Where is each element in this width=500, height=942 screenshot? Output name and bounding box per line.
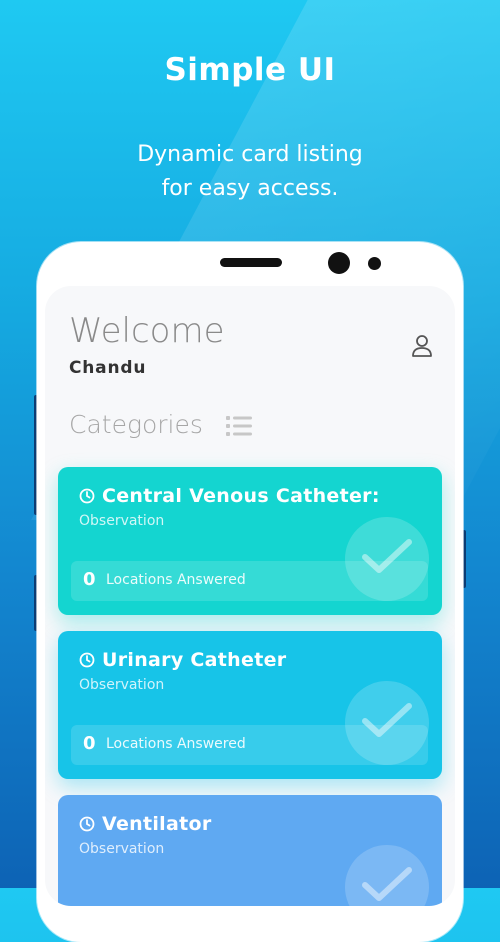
card-subtitle: Observation xyxy=(79,841,165,857)
welcome-heading: Welcome xyxy=(69,311,225,351)
phone-frame: Welcome Chandu Categories Central Venous… xyxy=(37,242,463,942)
phone-sensor xyxy=(368,257,381,270)
category-card[interactable]: Ventilator Observation xyxy=(58,795,442,906)
card-subtitle: Observation xyxy=(79,677,165,693)
clock-icon xyxy=(79,816,95,832)
card-title: Central Venous Catheter: xyxy=(102,485,380,507)
locations-label: Locations Answered xyxy=(106,572,246,588)
locations-answered-bar: 0 Locations Answered xyxy=(71,561,428,601)
promo-title: Simple UI xyxy=(164,52,336,88)
user-icon[interactable] xyxy=(411,334,433,358)
card-subtitle: Observation xyxy=(79,513,165,529)
username-label: Chandu xyxy=(69,358,147,378)
category-card[interactable]: Central Venous Catheter: Observation 0 L… xyxy=(58,467,442,615)
categories-heading: Categories xyxy=(69,410,203,439)
check-badge xyxy=(345,845,429,906)
phone-speaker xyxy=(220,258,282,267)
phone-camera xyxy=(328,252,350,274)
promo-subtitle: Dynamic card listing for easy access. xyxy=(0,138,500,206)
app-screen: Welcome Chandu Categories Central Venous… xyxy=(45,286,455,906)
locations-answered-bar: 0 Locations Answered xyxy=(71,725,428,765)
locations-count: 0 xyxy=(83,569,96,590)
promo-subtitle-line2: for easy access. xyxy=(161,176,339,201)
locations-label: Locations Answered xyxy=(106,736,246,752)
promo-subtitle-line1: Dynamic card listing xyxy=(137,142,363,167)
card-title: Urinary Catheter xyxy=(102,649,287,671)
check-icon xyxy=(362,867,412,901)
locations-count: 0 xyxy=(83,733,96,754)
clock-icon xyxy=(79,652,95,668)
category-card[interactable]: Urinary Catheter Observation 0 Locations… xyxy=(58,631,442,779)
list-icon[interactable] xyxy=(226,415,252,437)
card-title: Ventilator xyxy=(102,813,212,835)
clock-icon xyxy=(79,488,95,504)
